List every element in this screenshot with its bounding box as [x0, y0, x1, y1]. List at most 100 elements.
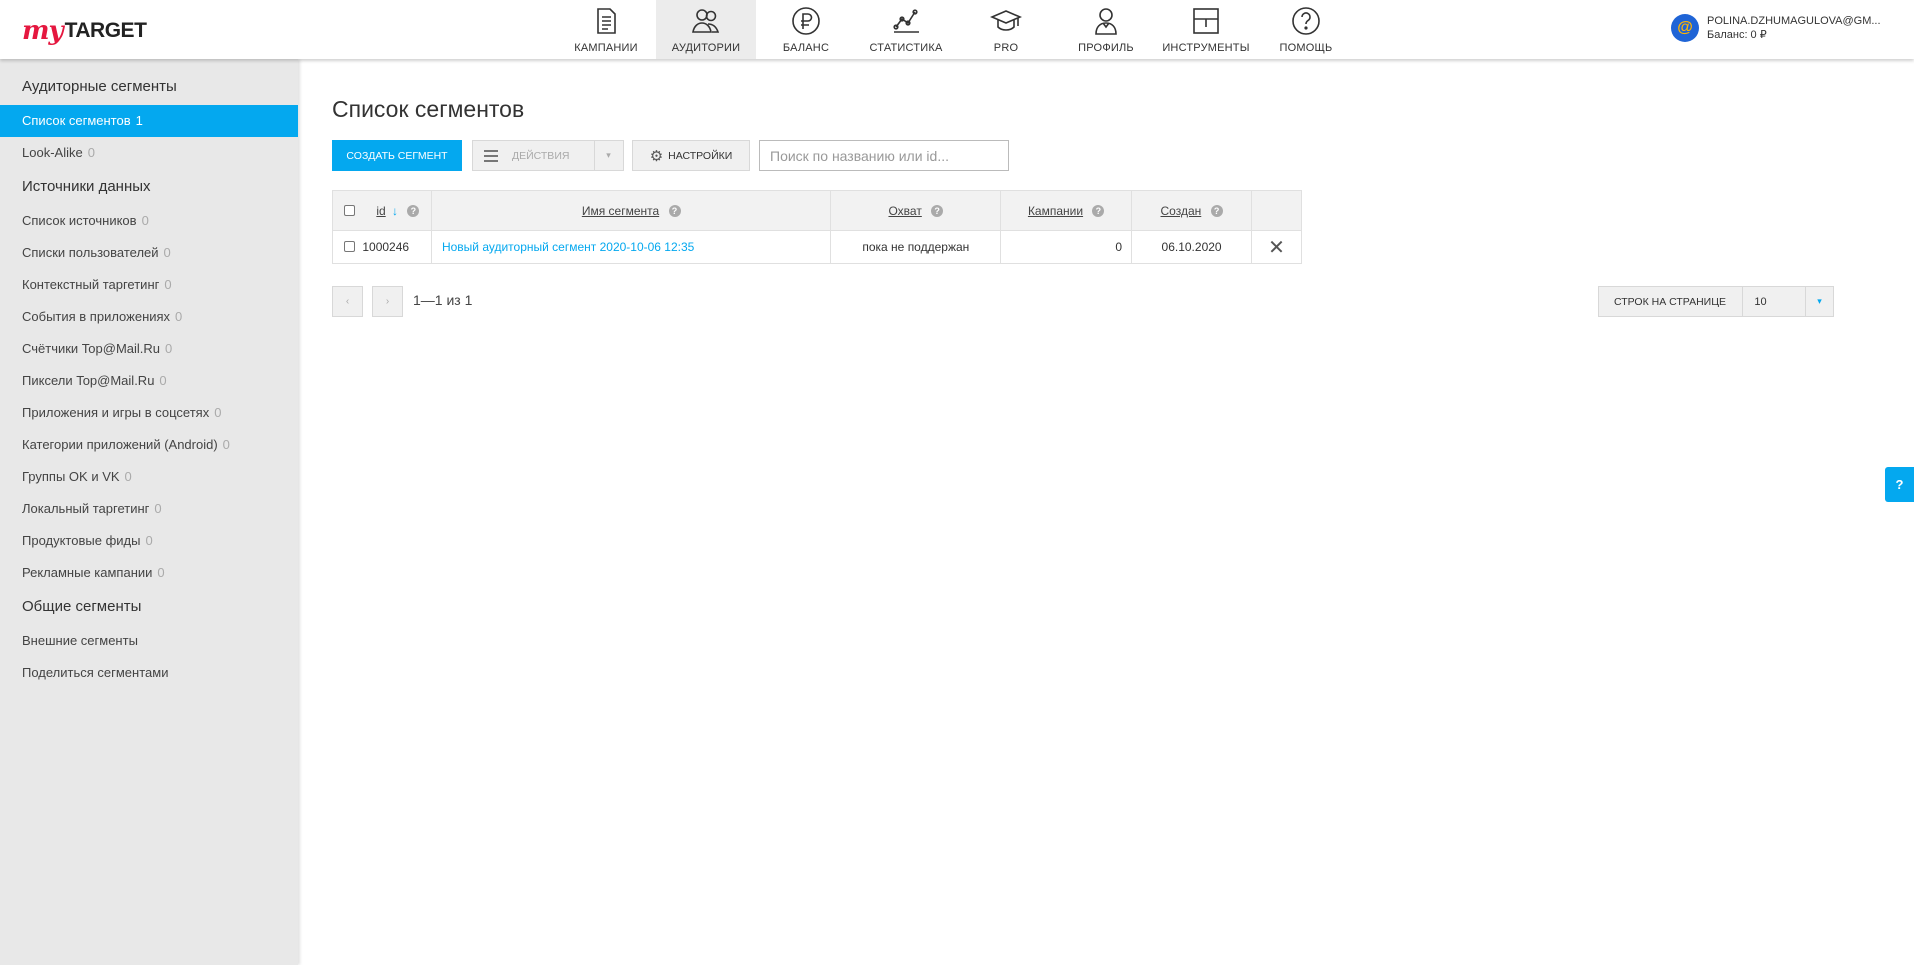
top-header: my TARGET КАМПАНИИ АУДИТОРИИ БАЛАНС СТАТ… — [0, 0, 1914, 59]
sidebar-item-label: Look-Alike — [22, 145, 83, 160]
sidebar-item-label: События в приложениях — [22, 309, 171, 324]
next-page-button[interactable]: › — [372, 286, 403, 317]
graduation-cap-icon — [990, 10, 1022, 31]
sidebar-item-app-events[interactable]: События в приложениях 0 — [0, 301, 298, 333]
search-input[interactable] — [759, 140, 1009, 171]
nav-statistics[interactable]: СТАТИСТИКА — [856, 0, 956, 59]
header-id: id ↓ ? — [332, 190, 432, 231]
sidebar-item-count: 0 — [141, 213, 149, 228]
account-info: POLINA.DZHUMAGULOVA@GM... Баланс: 0 ₽ — [1707, 14, 1881, 42]
sidebar-item-local-targeting[interactable]: Локальный таргетинг 0 — [0, 493, 298, 525]
sidebar-item-count: 0 — [163, 245, 171, 260]
page-title: Список сегментов — [332, 96, 525, 122]
sidebar-item-count: 0 — [175, 309, 183, 324]
sidebar-section-data-sources: Источники данных — [22, 178, 151, 195]
nav-tools[interactable]: ИНСТРУМЕНТЫ — [1156, 0, 1256, 59]
row-checkbox[interactable] — [344, 241, 355, 252]
sidebar-item-label: Группы OK и VK — [22, 469, 120, 484]
help-icon[interactable]: ? — [668, 204, 681, 217]
sidebar-item-label: Пиксели Top@Mail.Ru — [22, 373, 155, 388]
nav-help[interactable]: ПОМОЩЬ — [1256, 0, 1356, 59]
users-icon — [692, 9, 720, 33]
question-circle-icon — [1292, 7, 1320, 35]
account-menu[interactable]: @ POLINA.DZHUMAGULOVA@GM... Баланс: 0 ₽ — [1671, 14, 1881, 42]
sidebar-item-label: Приложения и игры в соцсетях — [22, 405, 210, 420]
sidebar-item-share-segments[interactable]: Поделиться сегментами — [0, 657, 298, 689]
header-reach: Охват ? — [830, 190, 1002, 231]
rows-per-page-label: СТРОК НА СТРАНИЦЕ — [1614, 295, 1726, 308]
sidebar-item-android-categories[interactable]: Категории приложений (Android) 0 — [0, 429, 298, 461]
sidebar-item-source-list[interactable]: Список источников 0 — [0, 205, 298, 237]
nav-tools-label: ИНСТРУМЕНТЫ — [1162, 42, 1250, 54]
cell-id: 1000246 — [332, 230, 432, 264]
sidebar-item-ad-campaigns[interactable]: Рекламные кампании 0 — [0, 557, 298, 589]
sidebar-item-external-segments[interactable]: Внешние сегменты — [0, 625, 298, 657]
segments-table: id ↓ ? Имя сегмента ? Охват ? Кампании ?… — [332, 190, 1302, 264]
close-icon[interactable]: ✕ — [1268, 237, 1285, 259]
cell-campaigns: 0 — [1000, 230, 1133, 264]
mytarget-logo[interactable]: my TARGET — [22, 11, 147, 51]
sidebar-item-label: Категории приложений (Android) — [22, 437, 218, 452]
sidebar-item-label: Контекстный таргетинг — [22, 277, 160, 292]
chevron-down-icon: ▾ — [606, 150, 611, 160]
sidebar-item-label: Локальный таргетинг — [22, 501, 150, 516]
help-icon[interactable]: ? — [931, 204, 944, 217]
sidebar-section-shared-segments: Общие сегменты — [22, 598, 142, 615]
rows-per-page-select[interactable]: СТРОК НА СТРАНИЦЕ 10 ▾ — [1598, 286, 1834, 317]
cell-delete: ✕ — [1251, 230, 1302, 264]
nav-balance-label: БАЛАНС — [782, 42, 830, 54]
sidebar-item-user-lists[interactable]: Списки пользователей 0 — [0, 237, 298, 269]
sidebar-item-label: Список источников — [22, 213, 137, 228]
sidebar-item-count: 0 — [164, 277, 172, 292]
sidebar-item-top-mail-pixels[interactable]: Пиксели Top@Mail.Ru 0 — [0, 365, 298, 397]
sidebar-item-top-mail-counters[interactable]: Счётчики Top@Mail.Ru 0 — [0, 333, 298, 365]
sort-by-campaigns[interactable]: Кампании — [1028, 204, 1083, 218]
nav-help-label: ПОМОЩЬ — [1279, 42, 1333, 54]
sidebar-item-segment-list[interactable]: Список сегментов 1 — [0, 105, 298, 137]
nav-audiences[interactable]: АУДИТОРИИ — [656, 0, 756, 59]
sort-by-reach[interactable]: Охват — [888, 204, 921, 218]
actions-label: ДЕЙСТВИЯ — [512, 149, 570, 162]
select-all-checkbox[interactable] — [344, 204, 355, 216]
prev-page-button[interactable]: ‹ — [332, 286, 363, 317]
sidebar-item-context-targeting[interactable]: Контекстный таргетинг 0 — [0, 269, 298, 301]
segment-name-link[interactable]: Новый аудиторный сегмент 2020-10-06 12:3… — [432, 240, 694, 254]
sort-arrow-icon: ↓ — [392, 203, 399, 218]
gear-icon: ⚙ — [649, 147, 664, 165]
ruble-icon — [792, 7, 820, 35]
nav-campaigns[interactable]: КАМПАНИИ — [556, 0, 656, 59]
settings-button[interactable]: ⚙ НАСТРОЙКИ — [632, 140, 750, 171]
sidebar-item-label: Список сегментов — [22, 113, 131, 128]
profile-icon — [1095, 8, 1117, 35]
help-icon[interactable]: ? — [1092, 204, 1105, 217]
cell-reach: пока не поддержан — [830, 230, 1002, 264]
sidebar-item-ok-vk-groups[interactable]: Группы OK и VK 0 — [0, 461, 298, 493]
create-segment-button[interactable]: СОЗДАТЬ СЕГМЕНТ — [332, 140, 462, 171]
nav-campaigns-label: КАМПАНИИ — [574, 42, 638, 54]
help-icon[interactable]: ? — [407, 204, 420, 217]
nav-pro[interactable]: PRO — [956, 0, 1056, 59]
sidebar-item-count: 0 — [157, 565, 165, 580]
sidebar-item-product-feeds[interactable]: Продуктовые фиды 0 — [0, 525, 298, 557]
sidebar-item-label: Рекламные кампании — [22, 565, 153, 580]
sidebar-item-look-alike[interactable]: Look-Alike 0 — [0, 137, 298, 169]
account-balance: Баланс: 0 ₽ — [1707, 29, 1767, 41]
nav-balance[interactable]: БАЛАНС — [756, 0, 856, 59]
actions-dropdown[interactable]: ДЕЙСТВИЯ ▾ — [472, 140, 624, 171]
document-icon — [597, 8, 616, 34]
sort-by-created[interactable]: Создан — [1161, 204, 1202, 218]
sort-by-id[interactable]: id — [376, 204, 385, 218]
sidebar-item-label: Внешние сегменты — [22, 633, 138, 648]
nav-profile[interactable]: ПРОФИЛЬ — [1056, 0, 1156, 59]
help-icon[interactable]: ? — [1210, 204, 1223, 217]
sort-by-name[interactable]: Имя сегмента — [582, 204, 659, 218]
header-name: Имя сегмента ? — [430, 190, 832, 231]
sidebar-item-label: Продуктовые фиды — [22, 533, 141, 548]
sidebar-item-count: 0 — [165, 341, 173, 356]
cell-created: 06.10.2020 — [1131, 230, 1253, 264]
rows-per-page-value: 10 — [1754, 295, 1767, 308]
sidebar-item-social-apps[interactable]: Приложения и игры в соцсетях 0 — [0, 397, 298, 429]
header-campaigns: Кампании ? — [1000, 190, 1133, 231]
sidebar-item-count: 0 — [214, 405, 222, 420]
help-tab-button[interactable]: ? — [1885, 467, 1914, 502]
